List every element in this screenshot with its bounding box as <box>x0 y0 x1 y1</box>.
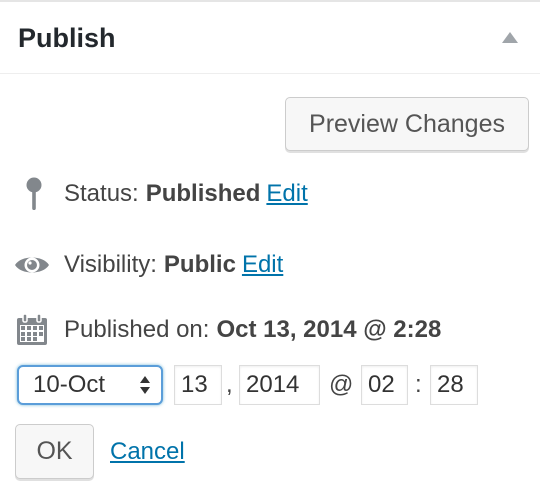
date-at-sign: @ <box>329 371 354 398</box>
published-value: Oct 13, 2014 @ 2:28 <box>216 316 442 343</box>
visibility-edit-link[interactable]: Edit <box>242 251 283 278</box>
month-select[interactable]: 10-Oct <box>17 365 163 405</box>
triangle-up-icon[interactable] <box>502 32 518 43</box>
hour-input[interactable]: 02 <box>361 365 408 405</box>
publish-panel: Publish Preview Changes Status: Published… <box>0 0 540 490</box>
select-arrows-icon <box>140 376 150 394</box>
ok-button[interactable]: OK <box>15 424 94 479</box>
date-comma: , <box>226 371 233 398</box>
published-label: Published on: <box>64 316 210 343</box>
time-colon: : <box>415 371 422 398</box>
eye-icon <box>15 257 49 273</box>
visibility-label: Visibility: <box>64 251 157 278</box>
panel-title: Publish <box>18 23 116 53</box>
preview-changes-button[interactable]: Preview Changes <box>285 97 529 151</box>
month-select-value: 10-Oct <box>33 371 106 398</box>
year-input[interactable]: 2014 <box>239 365 320 405</box>
calendar-icon <box>17 314 47 345</box>
status-label: Status: <box>64 180 139 207</box>
cancel-link[interactable]: Cancel <box>110 435 185 469</box>
minute-input[interactable]: 28 <box>430 365 478 405</box>
panel-header: Publish <box>0 2 540 74</box>
pin-icon <box>26 177 42 210</box>
status-edit-link[interactable]: Edit <box>266 180 307 207</box>
status-value: Published <box>145 180 261 207</box>
day-input[interactable]: 13 <box>174 365 222 405</box>
visibility-value: Public <box>163 251 236 278</box>
